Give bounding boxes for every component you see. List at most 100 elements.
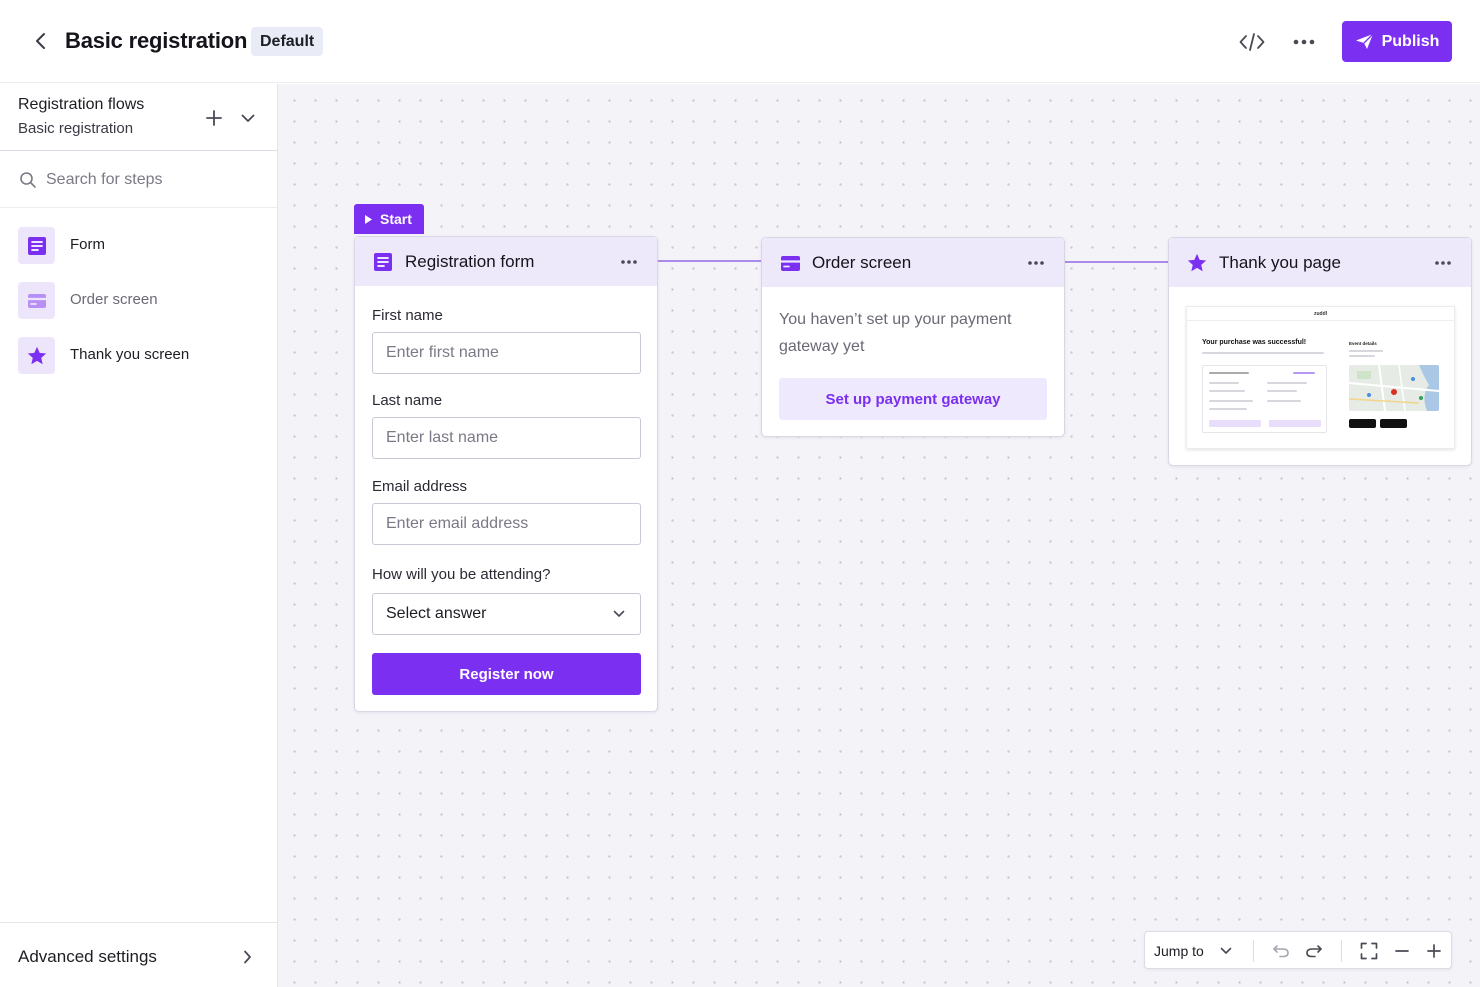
preview-text-line [1209,408,1247,410]
preview-logo: zuddl [1313,311,1328,317]
sidebar: Registration flows Basic registration Fo… [0,84,278,987]
flow-connector [1065,261,1169,263]
chevron-right-icon [243,950,251,964]
preview-button [1209,420,1261,427]
card-header: Thank you page [1169,238,1471,287]
card-title: Registration form [405,252,535,271]
preview-map [1349,365,1439,411]
preview-event-heading: Event details [1349,341,1377,346]
jump-to-dropdown[interactable] [1218,943,1234,959]
embed-code-button[interactable] [1236,28,1268,56]
payment-gateway-message: You haven’t set up your payment gateway … [779,311,1012,355]
thank-you-page-card[interactable]: Thank you page zuddl Your purchase was s… [1168,237,1472,466]
set-up-payment-gateway-button[interactable]: Set up payment gateway [779,378,1047,420]
advanced-settings-label: Advanced settings [18,947,157,966]
step-label: Thank you screen [70,346,190,363]
card-more-button[interactable] [1431,252,1455,274]
step-label: Order screen [70,291,158,308]
undo-icon [1273,945,1289,958]
preview-registration-box [1202,365,1327,433]
preview-text-line [1209,382,1239,384]
order-screen-card[interactable]: Order screen You haven’t set up your pay… [761,237,1065,437]
advanced-settings-button[interactable]: Advanced settings [0,922,277,987]
last-name-label: Last name [372,392,443,409]
first-name-field[interactable] [372,332,641,374]
thank-you-preview-thumbnail[interactable]: zuddl Your purchase was successful! Even… [1186,306,1455,449]
email-field[interactable] [372,503,641,545]
card-icon [779,252,801,274]
step-item-order-screen[interactable]: Order screen [0,274,277,326]
page-title: Basic registration [65,28,248,53]
redo-icon [1306,945,1322,958]
preview-button [1269,420,1321,427]
toolbar-divider [1253,940,1254,962]
register-now-button[interactable]: Register now [372,653,641,695]
search-steps-input[interactable] [46,168,261,192]
step-item-thank-you-screen[interactable]: Thank you screen [0,329,277,381]
step-icon-box [18,282,55,319]
publish-button[interactable]: Publish [1342,21,1452,62]
first-name-label: First name [372,307,443,324]
card-more-button[interactable] [1024,252,1048,274]
start-label: Start [380,211,412,227]
card-icon [780,255,800,271]
flows-title: Registration flows [18,96,145,113]
form-icon [27,236,46,255]
canvas-toolbar: Jump to [1144,931,1452,969]
play-icon [365,214,372,224]
app-store-badge [1380,419,1407,428]
card-more-button[interactable] [617,251,641,273]
star-icon [1187,253,1207,272]
star-icon [1186,252,1208,274]
zoom-in-button[interactable] [1423,940,1445,962]
registration-form-card[interactable]: Registration form First name Last name E… [354,236,658,712]
flows-header: Registration flows Basic registration [0,84,277,151]
preview-text-line [1209,390,1245,392]
attendance-question-label: How will you be attending? [372,566,551,583]
toolbar-divider [1341,940,1342,962]
form-icon [374,253,392,271]
chevron-down-icon [1220,947,1232,954]
default-badge: Default [251,27,324,56]
card-icon [27,293,46,308]
more-horizontal-icon [1028,261,1044,265]
flow-connector [658,260,762,262]
more-options-button[interactable] [1288,28,1320,56]
flows-dropdown-button[interactable] [237,107,259,129]
google-play-badge [1349,419,1376,428]
plus-icon [1427,944,1441,958]
chevron-down-icon [241,114,255,122]
card-title: Order screen [812,253,912,272]
preview-text-line [1202,352,1324,354]
more-horizontal-icon [621,260,637,264]
attendance-select[interactable]: Select answer [372,593,641,635]
undo-button[interactable] [1270,940,1292,962]
step-search [0,152,277,208]
email-label: Email address [372,478,468,495]
back-button[interactable] [28,28,54,54]
add-flow-button[interactable] [203,107,225,129]
preview-text-line [1267,390,1297,392]
plus-icon [206,110,222,126]
preview-text-line [1349,350,1383,352]
preview-text-line [1267,382,1307,384]
preview-text-line [1209,372,1249,374]
fullscreen-icon [1360,942,1378,960]
chevron-right-icon [237,947,257,967]
redo-button[interactable] [1303,940,1325,962]
chevron-down-icon [613,610,625,617]
flows-subtitle: Basic registration [18,120,134,137]
zoom-out-button[interactable] [1391,940,1413,962]
map-graphic [1349,365,1439,411]
last-name-field[interactable] [372,417,641,459]
top-bar: Basic registration Default Publish [0,0,1480,83]
star-icon [27,346,46,364]
step-label: Form [70,236,105,253]
minus-icon [1395,950,1409,952]
step-icon-box [18,337,55,374]
chevron-down-icon [611,606,627,622]
fit-to-screen-button[interactable] [1358,940,1380,962]
step-item-form[interactable]: Form [0,219,277,271]
more-horizontal-icon [1293,39,1315,45]
jump-to-button[interactable]: Jump to [1154,943,1204,959]
